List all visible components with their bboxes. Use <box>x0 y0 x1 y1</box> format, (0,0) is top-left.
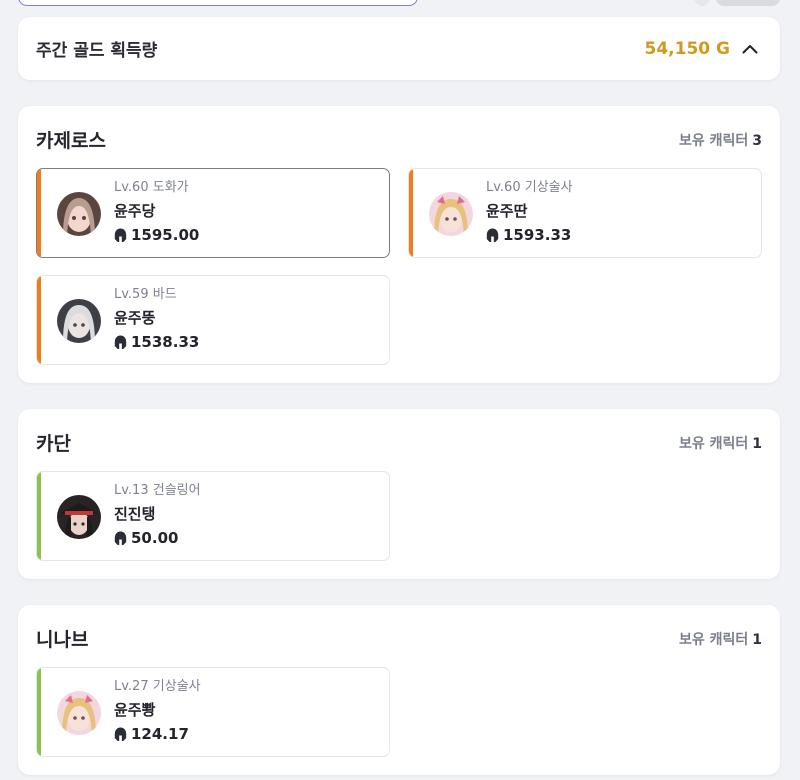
character-info: Lv.60 기상술사 윤주딴 1593.33 <box>486 180 573 244</box>
helmet-icon <box>114 531 127 545</box>
item-level-value: 124.17 <box>131 725 189 743</box>
server-name: 니나브 <box>36 629 89 651</box>
character-level-class: Lv.13 건슬링어 <box>114 483 201 499</box>
item-level: 1593.33 <box>486 226 573 244</box>
character-level-class: Lv.59 바드 <box>114 287 199 303</box>
server-name: 카단 <box>36 433 71 455</box>
item-level: 1595.00 <box>114 226 199 244</box>
character-count-number: 1 <box>752 631 762 648</box>
server-color-bar <box>37 169 41 257</box>
character-level: Lv.59 <box>114 287 149 302</box>
top-right-controls <box>694 0 780 6</box>
server-header: 카단 보유 캐릭터 1 <box>36 429 762 456</box>
character-class: 건슬링어 <box>152 483 201 498</box>
weekly-gold-title: 주간 골드 획득량 <box>36 41 158 61</box>
avatar <box>57 495 101 539</box>
character-level: Lv.60 <box>114 180 149 195</box>
server-header: 니나브 보유 캐릭터 1 <box>36 625 762 652</box>
character-class: 기상술사 <box>152 679 201 694</box>
character-level-class: Lv.27 기상술사 <box>114 679 201 695</box>
toggle-dot[interactable] <box>694 0 710 6</box>
item-level-value: 50.00 <box>131 529 179 547</box>
character-card[interactable]: Lv.13 건슬링어 진진탱 50.00 <box>36 471 390 561</box>
character-card[interactable]: Lv.60 도화가 윤주당 1595.00 <box>36 168 390 258</box>
character-info: Lv.60 도화가 윤주당 1595.00 <box>114 180 199 244</box>
character-name: 진진탱 <box>114 505 156 523</box>
character-level: Lv.13 <box>114 483 149 498</box>
weekly-gold-amount: 54,150 G <box>644 38 730 59</box>
helmet-icon <box>114 228 127 242</box>
character-level: Lv.60 <box>486 180 521 195</box>
weekly-gold-summary: 54,150 G <box>645 39 760 59</box>
item-level: 1538.33 <box>114 333 199 351</box>
character-card[interactable]: Lv.27 기상술사 윤주뽱 124.17 <box>36 667 390 757</box>
server-header: 카제로스 보유 캐릭터 3 <box>36 126 762 153</box>
server-card: 카단 보유 캐릭터 1 Lv.13 건슬링어 진진탱 50.00 <box>18 409 780 579</box>
server-color-bar <box>37 472 41 560</box>
item-level-value: 1593.33 <box>503 226 572 244</box>
weekly-gold-card[interactable]: 주간 골드 획득량 54,150 G <box>18 17 780 80</box>
character-name: 윤주뚱 <box>114 309 156 327</box>
avatar <box>57 691 101 735</box>
server-color-bar <box>37 276 41 364</box>
avatar <box>429 192 473 236</box>
character-level-class: Lv.60 기상술사 <box>486 180 573 196</box>
character-name: 윤주당 <box>114 202 156 220</box>
character-name: 윤주딴 <box>486 202 528 220</box>
character-count-label: 보유 캐릭터 <box>678 631 749 648</box>
character-info: Lv.27 기상술사 윤주뽱 124.17 <box>114 679 201 743</box>
character-card[interactable]: Lv.60 기상술사 윤주딴 1593.33 <box>408 168 762 258</box>
notice-pill[interactable] <box>18 0 418 6</box>
helmet-icon <box>486 228 499 242</box>
server-color-bar <box>409 169 413 257</box>
character-class: 바드 <box>152 287 177 302</box>
character-level: Lv.27 <box>114 679 149 694</box>
item-level-value: 1595.00 <box>131 226 200 244</box>
server-card: 카제로스 보유 캐릭터 3 Lv.60 도화가 윤주당 1595.00 Lv.60… <box>18 106 780 383</box>
character-card[interactable]: Lv.59 바드 윤주뚱 1538.33 <box>36 275 390 365</box>
avatar <box>57 192 101 236</box>
character-info: Lv.13 건슬링어 진진탱 50.00 <box>114 483 201 547</box>
character-info: Lv.59 바드 윤주뚱 1538.33 <box>114 287 199 351</box>
server-name: 카제로스 <box>36 130 106 152</box>
character-class: 기상술사 <box>524 180 573 195</box>
item-level: 124.17 <box>114 725 201 743</box>
character-count: 보유 캐릭터 1 <box>679 629 762 649</box>
character-class: 도화가 <box>152 180 189 195</box>
chevron-up-icon[interactable] <box>740 39 760 59</box>
character-count: 보유 캐릭터 3 <box>679 130 762 150</box>
item-level-value: 1538.33 <box>131 333 200 351</box>
avatar <box>57 299 101 343</box>
character-count-label: 보유 캐릭터 <box>678 435 749 452</box>
character-count-number: 3 <box>752 132 762 149</box>
toggle-chip[interactable] <box>716 0 780 6</box>
character-count-number: 1 <box>752 435 762 452</box>
character-level-class: Lv.60 도화가 <box>114 180 199 196</box>
server-card: 니나브 보유 캐릭터 1 Lv.27 기상술사 윤주뽱 124.17 <box>18 605 780 775</box>
character-count-label: 보유 캐릭터 <box>678 132 749 149</box>
item-level: 50.00 <box>114 529 201 547</box>
top-filter-strip <box>0 0 800 8</box>
character-count: 보유 캐릭터 1 <box>679 433 762 453</box>
character-name: 윤주뽱 <box>114 701 156 719</box>
helmet-icon <box>114 727 127 741</box>
server-color-bar <box>37 668 41 756</box>
helmet-icon <box>114 335 127 349</box>
